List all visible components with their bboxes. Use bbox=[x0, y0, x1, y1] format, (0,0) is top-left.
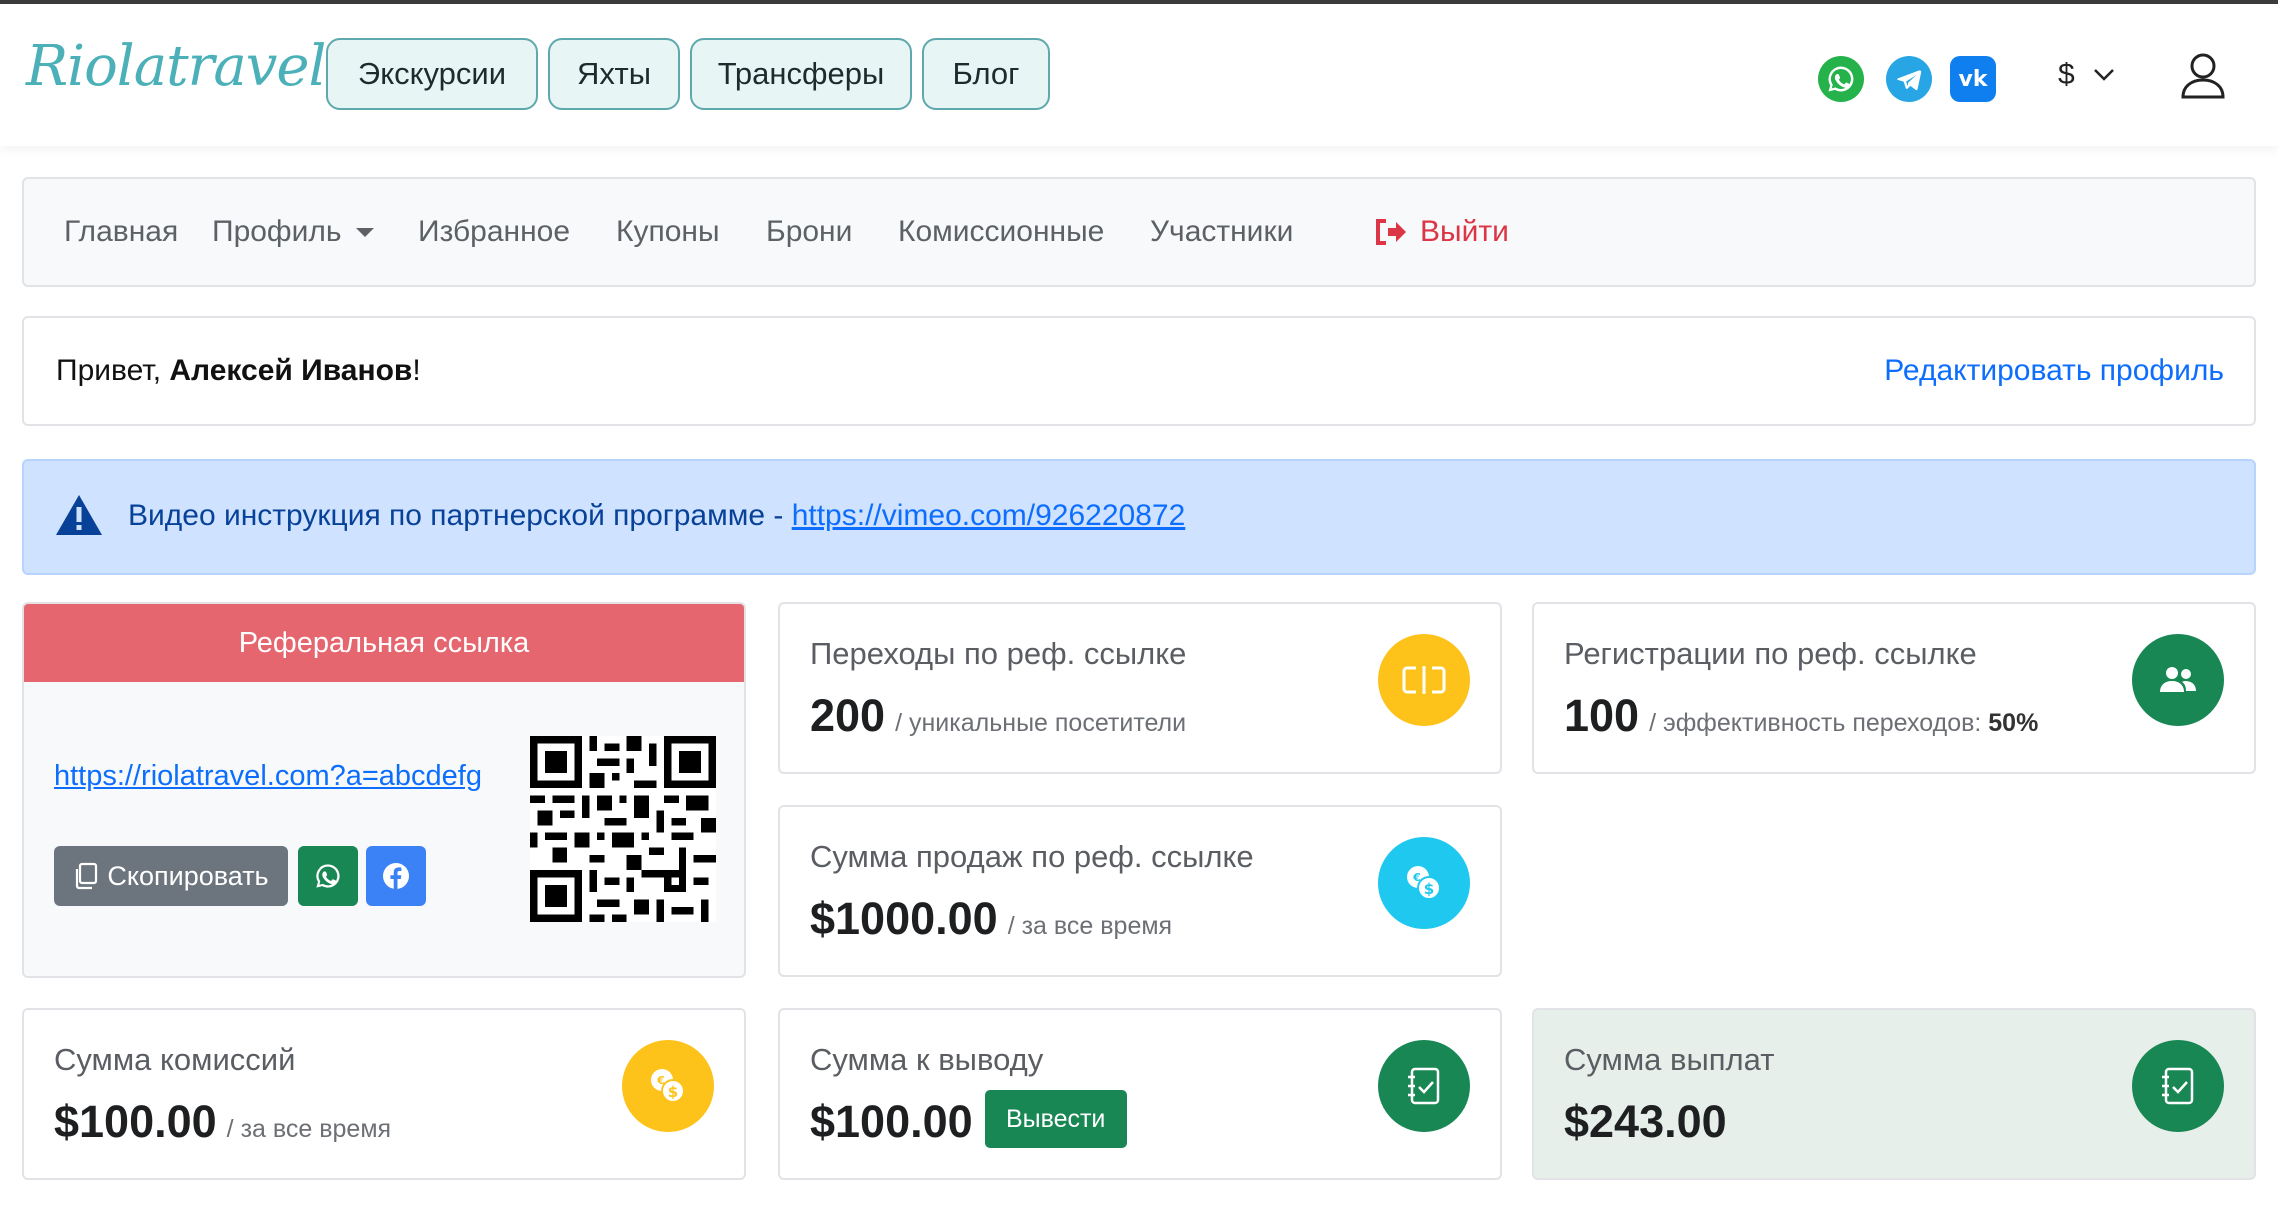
clicks-value-row: 200 / уникальные посетители bbox=[810, 690, 1186, 742]
withdraw-button[interactable]: Вывести bbox=[984, 1090, 1127, 1149]
user-name: Алексей Иванов bbox=[169, 354, 413, 387]
profile-nav: Главная Профиль Избранное Купоны Брони К… bbox=[22, 177, 2256, 287]
caret-down-icon bbox=[355, 227, 374, 237]
referral-link[interactable]: https://riolatravel.com?a=abcdefg bbox=[54, 760, 482, 793]
clicks-card: Переходы по реф. ссылке 200 / уникальные … bbox=[778, 602, 1502, 774]
payouts-title: Сумма выплат bbox=[1564, 1042, 1775, 1077]
whatsapp-icon[interactable] bbox=[1818, 56, 1864, 102]
currency-selector[interactable]: $ bbox=[2058, 58, 2115, 92]
sales-value-row: $1000.00 / за все время bbox=[810, 893, 1172, 945]
payouts-value: $243.00 bbox=[1564, 1096, 1727, 1147]
subnav-commissions[interactable]: Комиссионные bbox=[898, 215, 1104, 249]
coins-icon: $ € bbox=[622, 1040, 714, 1132]
registrations-efficiency: 50% bbox=[1988, 709, 2039, 737]
sales-sub: / за все время bbox=[1007, 912, 1173, 940]
registrations-card: Регистрации по реф. ссылке 100 / эффектив… bbox=[1532, 602, 2256, 774]
journal-check-icon bbox=[1378, 1040, 1470, 1132]
telegram-icon[interactable] bbox=[1886, 56, 1932, 102]
registrations-value-row: 100 / эффективность переходов: 50% bbox=[1564, 690, 2038, 742]
nav-blog[interactable]: Блог bbox=[922, 38, 1050, 110]
nav-transfers[interactable]: Трансферы bbox=[690, 38, 912, 110]
subnav-bookings[interactable]: Брони bbox=[766, 215, 852, 249]
referral-card: Реферальная ссылка https://riolatravel.c… bbox=[22, 602, 746, 978]
whatsapp-icon bbox=[316, 864, 340, 888]
subnav-profile-dropdown[interactable]: Профиль bbox=[212, 215, 374, 249]
alert-text: Видео инструкция по партнерской программ… bbox=[128, 499, 1185, 533]
greeting-card: Привет, Алексей Иванов! Редактировать пр… bbox=[22, 316, 2256, 426]
registrations-sub: / эффективность переходов: 50% bbox=[1649, 709, 2038, 737]
clicks-title: Переходы по реф. ссылке bbox=[810, 636, 1187, 671]
registrations-sub-text: / эффективность переходов: bbox=[1649, 709, 1982, 737]
user-account-icon[interactable] bbox=[2180, 52, 2226, 100]
logout-label: Выйти bbox=[1420, 215, 1509, 248]
share-facebook-button[interactable] bbox=[366, 846, 426, 906]
copy-button[interactable]: Скопировать bbox=[54, 846, 288, 906]
facebook-icon bbox=[383, 863, 409, 889]
nav-excursions[interactable]: Экскурсии bbox=[326, 38, 538, 110]
qr-code bbox=[530, 736, 716, 922]
share-whatsapp-button[interactable] bbox=[298, 846, 358, 906]
journal-check-icon bbox=[2132, 1040, 2224, 1132]
alert-message: Видео инструкция по партнерской программ… bbox=[128, 499, 792, 532]
sign-out-icon bbox=[1376, 219, 1406, 245]
svg-text:$: $ bbox=[668, 1083, 678, 1101]
vk-icon[interactable]: vk bbox=[1950, 56, 1996, 102]
svg-text:$: $ bbox=[1424, 880, 1434, 898]
sales-value: $1000.00 bbox=[810, 893, 998, 944]
subnav-favorites[interactable]: Избранное bbox=[418, 215, 570, 249]
cursor-text-icon bbox=[1378, 634, 1470, 726]
withdrawable-value: $100.00 bbox=[810, 1096, 973, 1147]
copy-label: Скопировать bbox=[107, 860, 269, 891]
currency-label: $ bbox=[2058, 58, 2075, 91]
warning-triangle-icon bbox=[56, 495, 102, 535]
svg-text:€: € bbox=[1412, 871, 1421, 884]
info-alert: Видео инструкция по партнерской программ… bbox=[22, 459, 2256, 575]
subnav-profile-label: Профиль bbox=[212, 215, 342, 248]
copy-icon bbox=[76, 862, 98, 890]
clicks-value: 200 bbox=[810, 690, 886, 741]
nav-yachts[interactable]: Яхты bbox=[548, 38, 680, 110]
site-logo[interactable]: Riolatravel bbox=[26, 34, 326, 99]
site-header: Riolatravel Экскурсии Яхты Трансферы Бло… bbox=[0, 4, 2278, 146]
coins-exchange-icon: $ € bbox=[1378, 837, 1470, 929]
sales-card: Сумма продаж по реф. ссылке $1000.00 / за… bbox=[778, 805, 1502, 977]
greeting-prefix: Привет, bbox=[56, 354, 170, 387]
commissions-value-row: $100.00 / за все время bbox=[54, 1096, 391, 1148]
greeting-suffix: ! bbox=[412, 354, 421, 387]
withdrawable-title: Сумма к выводу bbox=[810, 1042, 1044, 1077]
withdrawable-card: Сумма к выводу $100.00 Вывести bbox=[778, 1008, 1502, 1180]
payouts-card: Сумма выплат $243.00 bbox=[1532, 1008, 2256, 1180]
clicks-sub: / уникальные посетители bbox=[895, 709, 1187, 737]
withdrawable-value-row: $100.00 Вывести bbox=[810, 1090, 1127, 1154]
chevron-down-icon bbox=[2093, 69, 2114, 81]
subnav-home[interactable]: Главная bbox=[64, 215, 178, 249]
video-instruction-link[interactable]: https://vimeo.com/926220872 bbox=[792, 499, 1186, 532]
sales-title: Сумма продаж по реф. ссылке bbox=[810, 839, 1254, 874]
people-icon bbox=[2132, 634, 2224, 726]
logout-link[interactable]: Выйти bbox=[1374, 215, 1509, 249]
commissions-sub: / за все время bbox=[226, 1115, 392, 1143]
greeting-text: Привет, Алексей Иванов! bbox=[56, 354, 421, 388]
registrations-title: Регистрации по реф. ссылке bbox=[1564, 636, 1977, 671]
commissions-title: Сумма комиссий bbox=[54, 1042, 296, 1077]
commissions-value: $100.00 bbox=[54, 1096, 217, 1147]
svg-text:€: € bbox=[656, 1074, 665, 1087]
edit-profile-link[interactable]: Редактировать профиль bbox=[1884, 354, 2224, 388]
commissions-card: Сумма комиссий $100.00 / за все время $ € bbox=[22, 1008, 746, 1180]
subnav-members[interactable]: Участники bbox=[1150, 215, 1293, 249]
registrations-value: 100 bbox=[1564, 690, 1640, 741]
referral-header: Реферальная ссылка bbox=[24, 604, 744, 682]
subnav-coupons[interactable]: Купоны bbox=[616, 215, 720, 249]
